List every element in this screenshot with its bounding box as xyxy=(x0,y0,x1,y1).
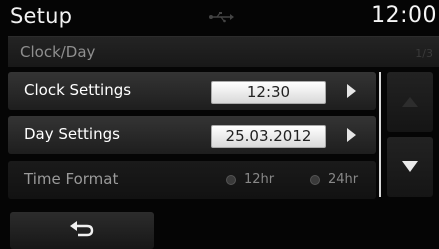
day-settings-label: Day Settings xyxy=(24,125,120,143)
status-bar: Setup 12:00 xyxy=(0,0,439,36)
screen-title: Setup xyxy=(10,4,73,28)
scroll-divider xyxy=(379,72,381,197)
setup-screen: Setup 12:00 Clock/Day 1/3 Clock Settings… xyxy=(0,0,439,249)
chevron-right-icon xyxy=(347,84,356,98)
scroll-up-icon xyxy=(402,97,418,107)
date-value: 25.03.2012 xyxy=(211,125,326,148)
time-format-row: Time Format 12hr 24hr xyxy=(8,161,376,199)
usb-icon xyxy=(209,12,234,23)
scroll-up-button[interactable] xyxy=(387,72,433,132)
clock-value: 12:30 xyxy=(211,81,326,104)
section-title: Clock/Day xyxy=(20,43,96,61)
time-format-label: Time Format xyxy=(24,170,119,188)
back-arrow-icon xyxy=(70,221,94,237)
day-settings-row[interactable]: Day Settings 25.03.2012 xyxy=(8,116,376,154)
clock-display: 12:00 xyxy=(371,3,437,28)
radio-dot-icon xyxy=(310,174,320,185)
section-header: Clock/Day 1/3 xyxy=(8,36,439,67)
page-indicator: 1/3 xyxy=(415,47,433,60)
clock-settings-row[interactable]: Clock Settings 12:30 xyxy=(8,72,376,110)
back-button[interactable] xyxy=(10,212,154,249)
radio-24hr-label: 24hr xyxy=(328,172,359,187)
chevron-right-icon xyxy=(347,128,356,142)
radio-12hr-label: 12hr xyxy=(244,172,275,187)
radio-dot-icon xyxy=(226,174,236,185)
radio-24hr[interactable]: 24hr xyxy=(310,172,358,188)
clock-settings-label: Clock Settings xyxy=(24,81,132,99)
scroll-down-button[interactable] xyxy=(387,137,433,197)
radio-12hr[interactable]: 12hr xyxy=(226,172,274,188)
scroll-down-icon xyxy=(402,161,418,172)
